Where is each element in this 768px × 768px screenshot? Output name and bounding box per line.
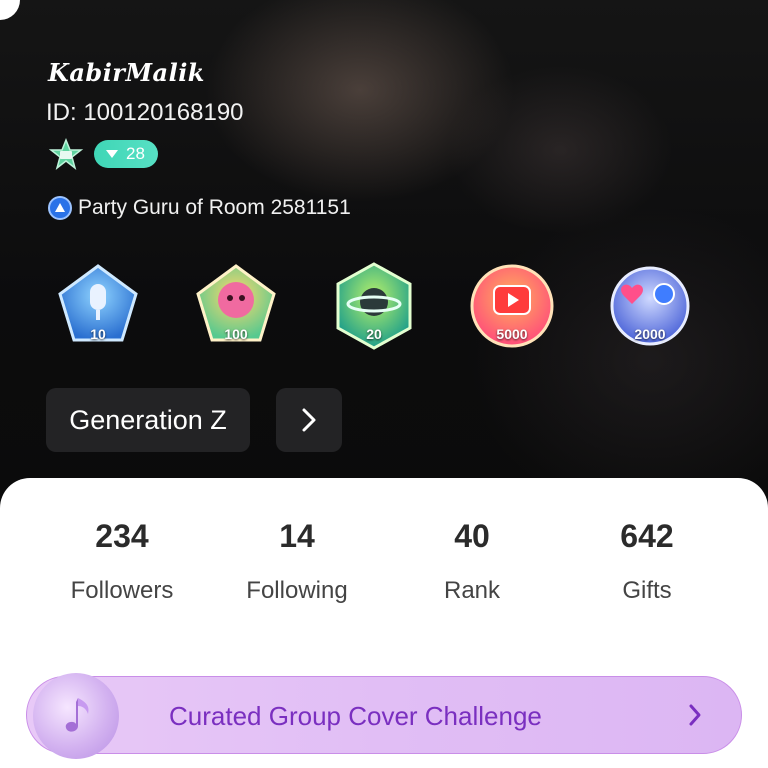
stat-value: 234 xyxy=(95,518,149,554)
profile-header: KabirMalik ID: 100120168190 28 Party Gur… xyxy=(0,0,768,500)
user-id: ID: 100120168190 xyxy=(46,99,244,126)
corner-avatar-edge xyxy=(0,0,20,20)
medal-count: 100 xyxy=(224,326,248,342)
generation-button[interactable]: Generation Z xyxy=(46,388,250,452)
chevron-right-icon xyxy=(302,408,316,432)
stat-label: Gifts xyxy=(622,577,672,604)
stat-value: 642 xyxy=(620,518,674,554)
video-medal-icon[interactable]: 5000 xyxy=(464,258,560,354)
stat-value: 14 xyxy=(279,518,315,554)
level-value: 28 xyxy=(126,144,145,163)
chevron-right-icon xyxy=(687,703,703,732)
stat-followers[interactable]: 234 Followers xyxy=(42,518,202,605)
stat-label: Following xyxy=(246,577,348,604)
medal-list: 10 100 20 5000 2000 xyxy=(50,258,710,358)
medal-count: 20 xyxy=(366,326,382,342)
generation-next-button[interactable] xyxy=(276,388,342,452)
stat-value: 40 xyxy=(454,518,490,554)
stat-following[interactable]: 14 Following xyxy=(217,518,377,605)
stat-rank[interactable]: 40 Rank xyxy=(392,518,552,605)
room-title-row[interactable]: Party Guru of Room 2581151 xyxy=(48,196,351,220)
microphone-medal-icon[interactable]: 10 xyxy=(50,258,146,354)
username: KabirMalik xyxy=(48,58,205,87)
diamond-icon xyxy=(106,150,118,158)
badges-row: 28 xyxy=(48,138,158,170)
level-badge[interactable]: 28 xyxy=(94,140,158,168)
medal-count: 10 xyxy=(90,326,106,342)
star-badge-icon[interactable] xyxy=(48,138,84,170)
music-note-icon xyxy=(33,673,119,759)
challenge-label: Curated Group Cover Challenge xyxy=(169,701,542,731)
party-guru-icon xyxy=(48,196,72,220)
challenge-banner[interactable]: Curated Group Cover Challenge xyxy=(26,673,742,759)
stat-label: Followers xyxy=(70,577,174,604)
heart-medal-icon[interactable]: 2000 xyxy=(602,258,698,354)
planet-medal-icon[interactable]: 20 xyxy=(326,258,422,354)
monkey-medal-icon[interactable]: 100 xyxy=(188,258,284,354)
room-title: Party Guru of Room 2581151 xyxy=(78,196,351,219)
stat-label: Rank xyxy=(443,577,501,604)
medal-count: 5000 xyxy=(496,326,528,342)
stat-gifts[interactable]: 642 Gifts xyxy=(567,518,727,605)
medal-count: 2000 xyxy=(634,326,666,342)
